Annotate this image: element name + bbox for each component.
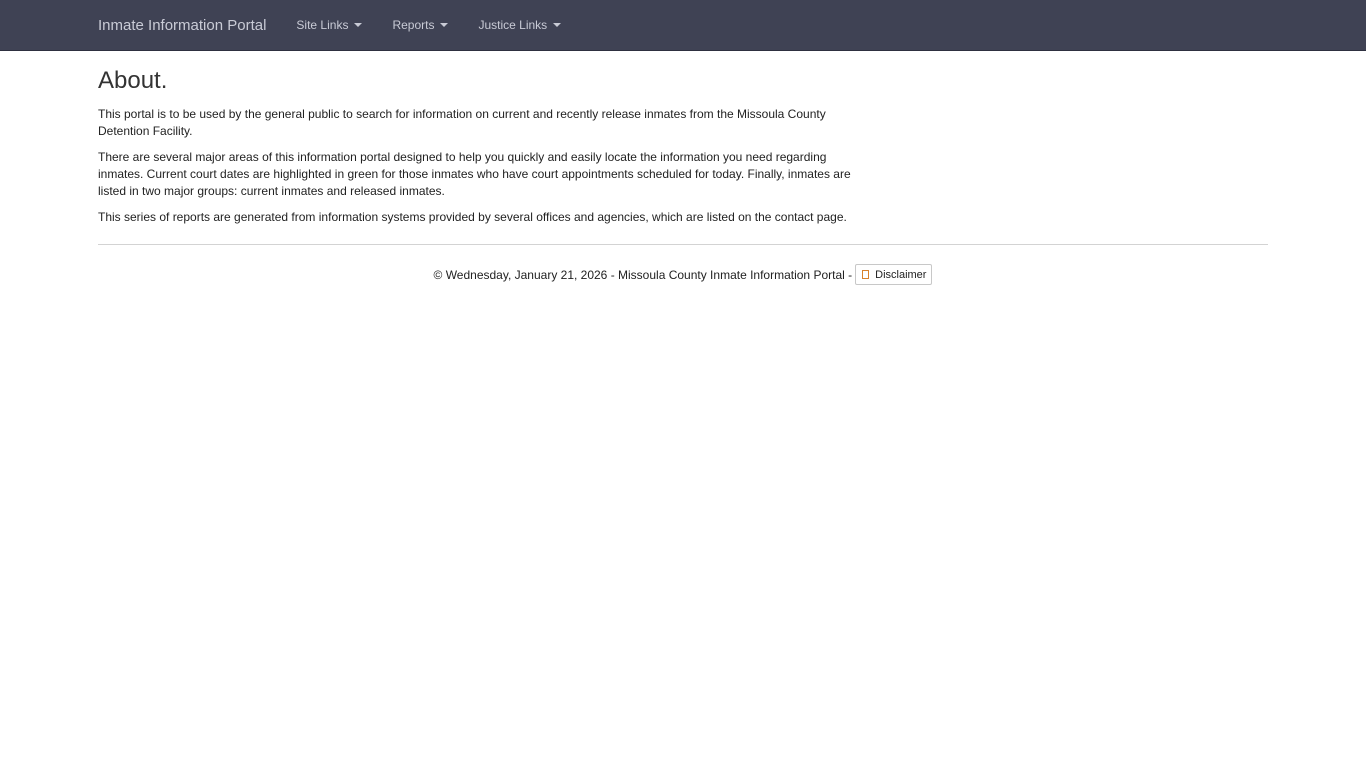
about-section: About. This portal is to be used by the …: [98, 67, 858, 226]
footer-copyright: © Wednesday, January 21, 2026 - Missoula…: [433, 267, 853, 282]
nav-reports-label: Reports: [392, 18, 435, 32]
caret-down-icon: [553, 23, 562, 27]
main-container: About. This portal is to be used by the …: [0, 67, 1366, 286]
disclaimer-label: Disclaimer: [875, 268, 927, 281]
footer-divider: [98, 244, 1268, 246]
caret-down-icon: [440, 23, 449, 27]
page-title: About.: [98, 67, 168, 94]
about-paragraph-3: This series of reports are generated fro…: [98, 210, 847, 225]
nav-site-links-dropdown[interactable]: Site Links: [296, 18, 363, 32]
nav-justice-links-label: Justice Links: [478, 18, 548, 32]
nav-justice-links-dropdown[interactable]: Justice Links: [478, 18, 562, 32]
caret-down-icon: [354, 23, 363, 27]
about-paragraph-2: There are several major areas of this in…: [98, 150, 851, 199]
disclaimer-button[interactable]: Disclaimer: [855, 264, 933, 286]
nav-site-links-label: Site Links: [296, 18, 349, 32]
document-icon: [862, 270, 870, 280]
brand-link[interactable]: Inmate Information Portal: [98, 17, 266, 34]
footer: © Wednesday, January 21, 2026 - Missoula…: [98, 264, 1268, 286]
nav-reports-dropdown[interactable]: Reports: [392, 18, 449, 32]
top-navbar: Inmate Information Portal Site Links Rep…: [0, 0, 1366, 51]
about-paragraph-1: This portal is to be used by the general…: [98, 107, 826, 139]
